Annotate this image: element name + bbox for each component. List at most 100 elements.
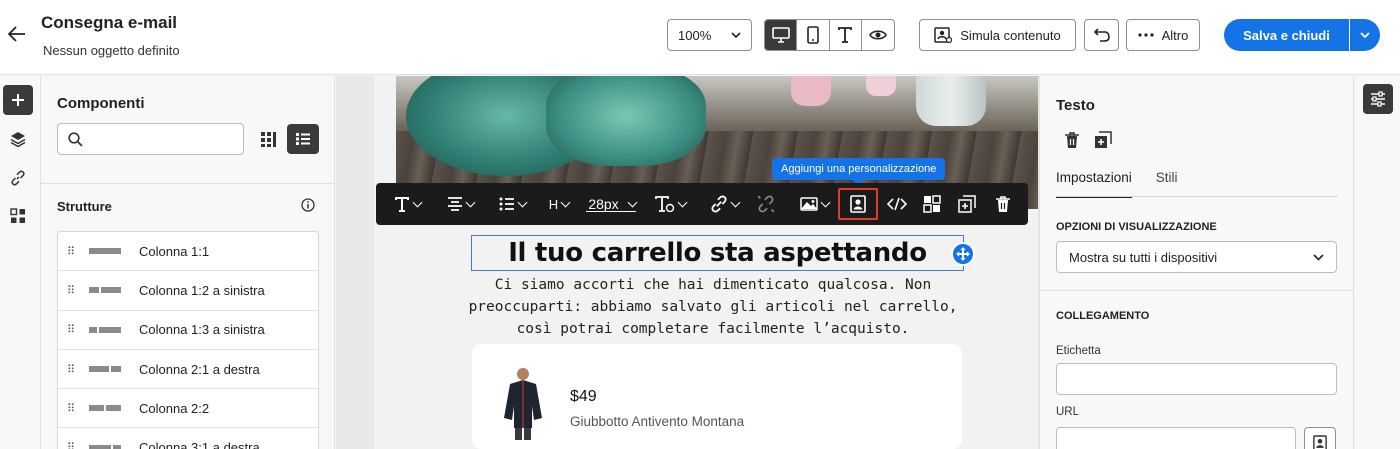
- list-view-icon: [296, 133, 310, 145]
- tab-settings[interactable]: Impostazioni: [1056, 170, 1132, 198]
- chevron-down-icon: [677, 197, 687, 207]
- save-close-button[interactable]: Salva e chiudi: [1224, 19, 1349, 51]
- properties-toggle-button[interactable]: [1363, 84, 1393, 114]
- column-thumbnail: [89, 366, 121, 373]
- delete-button[interactable]: [992, 188, 1014, 220]
- url-personalization-button[interactable]: [1304, 427, 1336, 449]
- link-icon: [11, 170, 25, 186]
- heading-button[interactable]: H: [548, 188, 571, 220]
- text-color-button[interactable]: [652, 188, 688, 220]
- insert-link-button[interactable]: [706, 188, 742, 220]
- undo-button[interactable]: [1084, 19, 1119, 51]
- search-input[interactable]: [91, 131, 241, 147]
- chevron-down-icon: [560, 197, 571, 207]
- more-button[interactable]: Altro: [1126, 19, 1200, 51]
- left-rail: [0, 76, 41, 449]
- url-input[interactable]: [1056, 427, 1296, 449]
- structure-item[interactable]: ⠿ Colonna 3:1 a destra: [58, 428, 318, 449]
- view-mode-group: [764, 19, 895, 51]
- structure-label: Colonna 1:3 a sinistra: [139, 322, 265, 338]
- move-plus-icon: [956, 247, 970, 261]
- structures-list: ⠿ Colonna 1:1 ⠿ Colonna 1:2 a sinistra ⠿…: [57, 231, 319, 449]
- display-select[interactable]: Mostra su tutti i dispositivi: [1056, 241, 1337, 273]
- structure-item[interactable]: ⠿ Colonna 1:2 a sinistra: [58, 271, 318, 311]
- list-button[interactable]: [497, 188, 527, 220]
- bottle-shape: [791, 76, 831, 106]
- components-title: Componenti: [57, 95, 145, 112]
- back-arrow-icon[interactable]: [6, 23, 28, 45]
- drag-handle-icon[interactable]: ⠿: [67, 245, 77, 258]
- align-center-icon: [447, 197, 462, 211]
- structures-title: Strutture: [57, 199, 112, 214]
- chevron-down-icon: [627, 197, 638, 207]
- add-block-button[interactable]: [951, 242, 975, 266]
- preview-button[interactable]: [862, 20, 894, 50]
- drag-handle-icon[interactable]: ⠿: [67, 441, 77, 449]
- code-icon: [887, 197, 907, 211]
- mobile-icon: [807, 26, 819, 44]
- page-subtitle: Nessun oggetto definito: [43, 43, 180, 58]
- font-size-value: 28px: [588, 196, 619, 212]
- column-thumbnail: [89, 405, 121, 412]
- chevron-down-icon: [731, 32, 741, 38]
- properties-panel: Testo Impostazioni Stili OPZIONI DI VISU…: [1039, 76, 1354, 449]
- structure-item[interactable]: ⠿ Colonna 1:3 a sinistra: [58, 311, 318, 350]
- label-field-label: Etichetta: [1056, 345, 1101, 357]
- text-view-button[interactable]: [830, 20, 862, 50]
- search-box: [57, 123, 244, 155]
- label-input[interactable]: [1056, 363, 1337, 395]
- drag-handle-icon[interactable]: ⠿: [67, 323, 77, 336]
- assets-grid-icon: [10, 208, 25, 223]
- zoom-value: 100%: [678, 27, 712, 43]
- structure-item[interactable]: ⠿ Colonna 1:1: [58, 232, 318, 272]
- top-header: Consegna e-mail Nessun oggetto definito …: [0, 0, 1400, 75]
- add-personalization-button[interactable]: [838, 188, 878, 220]
- links-button[interactable]: [3, 163, 33, 193]
- unlink-button[interactable]: [756, 188, 776, 220]
- align-button[interactable]: [442, 188, 478, 220]
- structure-item[interactable]: ⠿ Colonna 2:1 a destra: [58, 350, 318, 390]
- chevron-down-icon: [1360, 32, 1370, 38]
- insert-image-button[interactable]: [796, 188, 832, 220]
- text-color-icon: [654, 196, 674, 212]
- duplicate-button[interactable]: [956, 188, 978, 220]
- properties-actions: [1064, 131, 1112, 149]
- list-view-button[interactable]: [287, 124, 319, 154]
- page-title: Consegna e-mail: [41, 13, 178, 32]
- duplicate-icon[interactable]: [1094, 131, 1112, 149]
- bullet-list-icon: [499, 197, 514, 211]
- drag-handle-icon[interactable]: ⠿: [67, 284, 77, 297]
- layers-button[interactable]: [3, 124, 33, 154]
- structure-item[interactable]: ⠿ Colonna 2:2: [58, 389, 318, 429]
- trash-icon: [996, 196, 1010, 212]
- grid-view-button[interactable]: [253, 124, 283, 154]
- fragment-button[interactable]: [921, 188, 943, 220]
- tab-styles[interactable]: Stili: [1156, 170, 1178, 198]
- search-icon: [68, 131, 83, 147]
- yoga-mat-shape: [546, 76, 706, 166]
- bottle-shape: [866, 76, 896, 96]
- product-card[interactable]: $49 Giubbotto Antivento Montana: [472, 344, 962, 449]
- drag-handle-icon[interactable]: ⠿: [67, 363, 77, 376]
- section-divider: [1040, 290, 1354, 291]
- url-field-label: URL: [1056, 406, 1080, 418]
- info-icon[interactable]: [301, 198, 315, 212]
- trash-icon[interactable]: [1064, 131, 1080, 149]
- jacket-image: [504, 368, 542, 440]
- email-headline[interactable]: Il tuo carrello sta aspettando: [471, 235, 964, 271]
- email-body-text[interactable]: Ci siamo accorti che hai dimenticato qua…: [466, 274, 960, 340]
- add-components-button[interactable]: [3, 85, 33, 115]
- drag-handle-icon[interactable]: ⠿: [67, 402, 77, 415]
- simulate-content-button[interactable]: Simula contenuto: [919, 19, 1076, 51]
- font-size-select[interactable]: 28px: [585, 188, 639, 220]
- save-options-button[interactable]: [1349, 19, 1380, 51]
- text-style-button[interactable]: [390, 188, 424, 220]
- save-close-group: Salva e chiudi: [1224, 19, 1380, 51]
- image-icon: [799, 197, 818, 211]
- structure-label: Colonna 1:1: [139, 243, 210, 259]
- assets-button[interactable]: [3, 201, 33, 231]
- mobile-view-button[interactable]: [797, 20, 830, 50]
- zoom-select[interactable]: 100%: [667, 19, 752, 51]
- desktop-view-button[interactable]: [765, 20, 798, 50]
- html-button[interactable]: [886, 188, 908, 220]
